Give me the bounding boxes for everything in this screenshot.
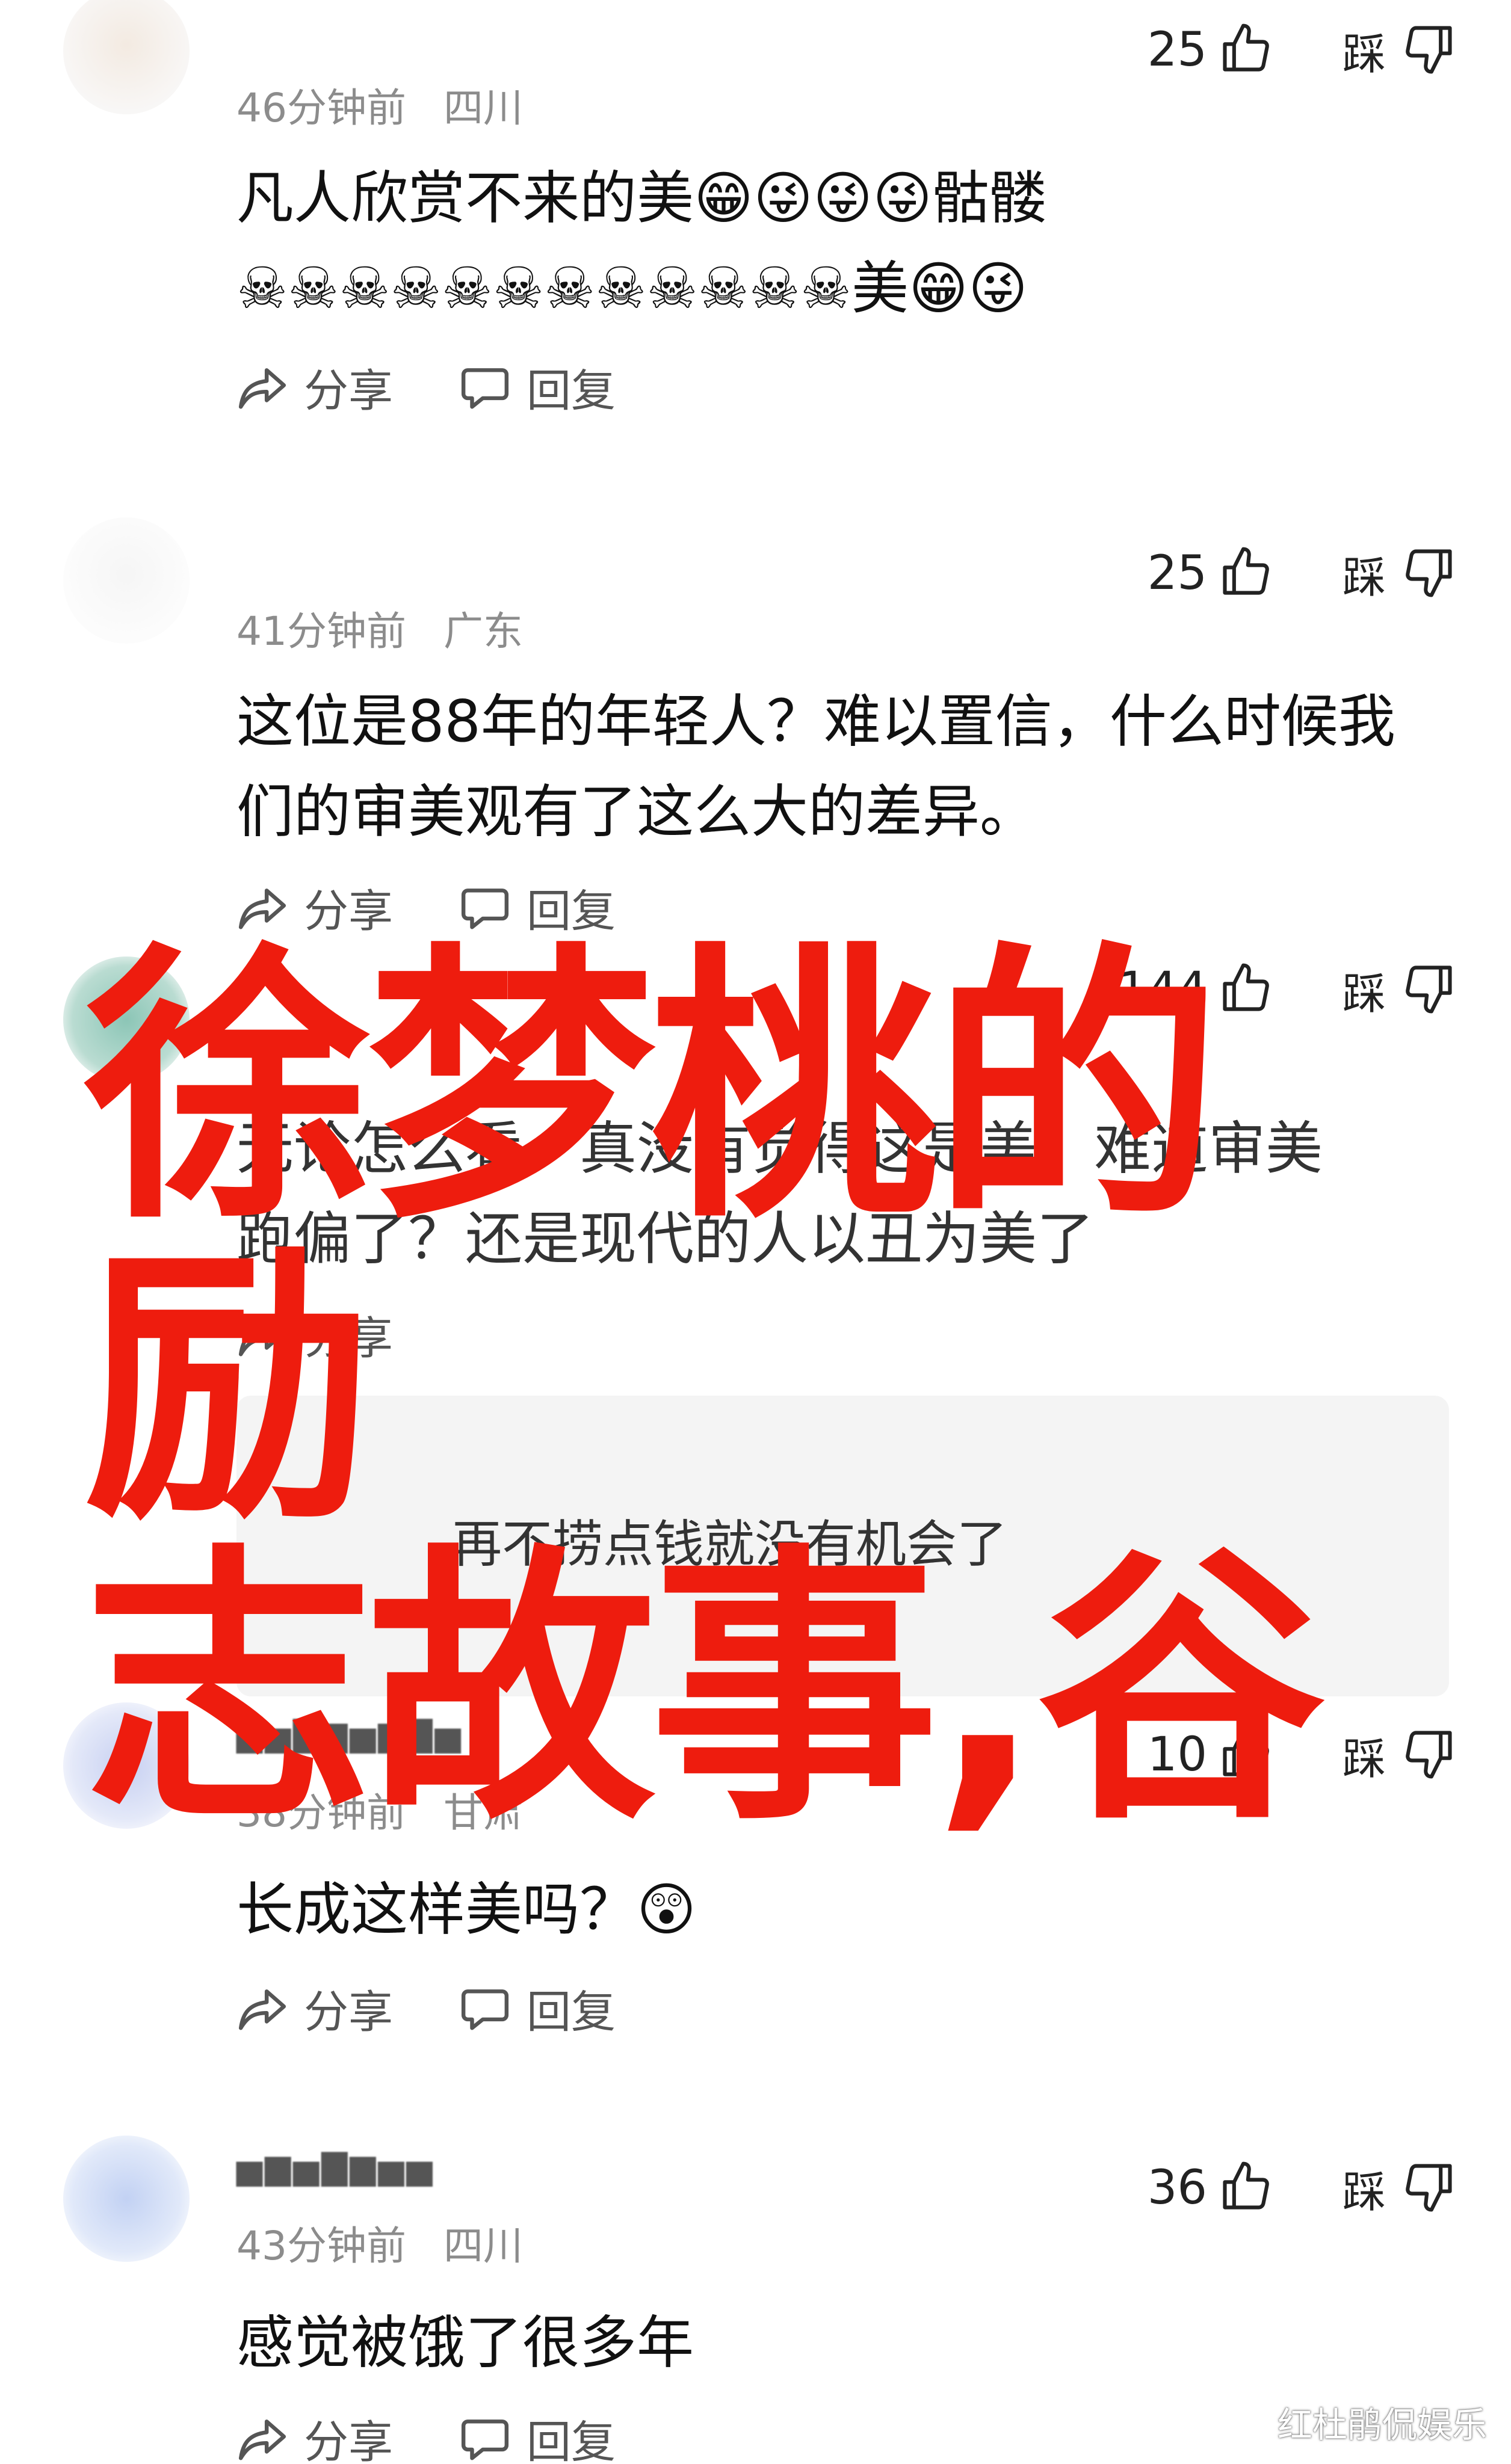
- comment-meta: 46分钟前 四川: [236, 76, 523, 134]
- comment-text-line: 感觉被饿了很多年: [236, 2310, 694, 2376]
- overlay-title-line: 徐梦桃的励: [84, 920, 1222, 1557]
- comment-meta: 41分钟前 广东: [236, 599, 523, 657]
- avatar[interactable]: [63, 2136, 190, 2262]
- reply-label: 回复: [527, 365, 616, 417]
- comment-text-line: 凡人欣赏不来的美😁😜😜😜骷髅: [236, 165, 1047, 232]
- like-count: 36: [1147, 2161, 1207, 2215]
- reply-label: 回复: [527, 2416, 616, 2464]
- share-icon: [238, 1989, 286, 2030]
- comment-text: 感觉被饿了很多年: [236, 2298, 1440, 2388]
- comment-text-line: 这位是88年的年轻人？难以置信，什么时候我: [236, 689, 1395, 755]
- thumbs-up-icon[interactable]: [1218, 20, 1273, 80]
- comment-region: 广东: [443, 608, 523, 654]
- dislike-label[interactable]: 踩: [1343, 542, 1386, 605]
- comment-text: 长成这样美吗？😲: [236, 1865, 1440, 1955]
- vote-bar: 25 踩: [1148, 17, 1457, 83]
- reply-button[interactable]: 回复: [459, 355, 616, 419]
- like-count: 25: [1147, 546, 1207, 600]
- avatar[interactable]: [63, 517, 190, 644]
- avatar[interactable]: [63, 0, 190, 114]
- comment-text-line: 长成这样美吗？😲: [236, 1877, 697, 1943]
- comment-actions: 分享 回复: [236, 1976, 616, 2040]
- overlay-title-line: 志故事,谷: [84, 1522, 1325, 1858]
- dislike-label[interactable]: 踩: [1343, 2157, 1386, 2220]
- thumbs-up-icon[interactable]: [1218, 543, 1273, 603]
- thumbs-up-icon[interactable]: [1218, 2158, 1273, 2218]
- vote-bar: 25 踩: [1148, 540, 1457, 606]
- vote-bar: 36 踩: [1148, 2155, 1457, 2221]
- reply-icon: [461, 2419, 509, 2460]
- comment-text: 凡人欣赏不来的美😁😜😜😜骷髅 ☠☠☠☠☠☠☠☠☠☠☠☠美😁😜: [236, 153, 1440, 334]
- watermark: 红杜鹃侃娱乐: [1277, 2404, 1487, 2445]
- comment-actions: 分享 回复: [236, 2406, 616, 2464]
- reply-label: 回复: [527, 1986, 616, 2038]
- share-label: 分享: [304, 2416, 393, 2464]
- share-button[interactable]: 分享: [236, 355, 393, 419]
- share-icon: [238, 2419, 286, 2460]
- username[interactable]: ▅▆▅▇▆▅▅: [236, 2148, 434, 2187]
- comment-time: 41分钟前: [236, 608, 406, 654]
- share-button[interactable]: 分享: [236, 2406, 393, 2464]
- reply-button[interactable]: 回复: [459, 1976, 616, 2040]
- reply-button[interactable]: 回复: [459, 2406, 616, 2464]
- comment-meta: 43分钟前 四川: [236, 2214, 523, 2272]
- comment-region: 四川: [443, 2223, 523, 2269]
- thumbs-down-icon[interactable]: [1401, 20, 1457, 80]
- reply-icon: [461, 1989, 509, 2030]
- comment-text-line: ☠☠☠☠☠☠☠☠☠☠☠☠美😁😜: [236, 256, 1028, 322]
- overlay-title: 徐梦桃的励 志故事,谷: [84, 938, 1468, 1841]
- comment-time: 43分钟前: [236, 2223, 406, 2269]
- comment-actions: 分享 回复: [236, 355, 616, 419]
- reply-icon: [461, 368, 509, 408]
- thumbs-down-icon[interactable]: [1401, 2158, 1457, 2218]
- comment-text-line: 们的审美观有了这么大的差异。: [236, 779, 1037, 845]
- share-label: 分享: [304, 1986, 393, 2038]
- share-icon: [238, 368, 286, 408]
- comment-text: 这位是88年的年轻人？难以置信，什么时候我 们的审美观有了这么大的差异。: [236, 677, 1440, 857]
- like-count: 25: [1147, 23, 1207, 77]
- dislike-label[interactable]: 踩: [1343, 19, 1386, 82]
- page: { "comments": [ { "time": "46分钟前", "regi…: [0, 0, 1511, 2464]
- comment-region: 四川: [443, 85, 523, 131]
- share-label: 分享: [304, 365, 393, 417]
- share-button[interactable]: 分享: [236, 1976, 393, 2040]
- thumbs-down-icon[interactable]: [1401, 543, 1457, 603]
- comment-time: 46分钟前: [236, 85, 406, 131]
